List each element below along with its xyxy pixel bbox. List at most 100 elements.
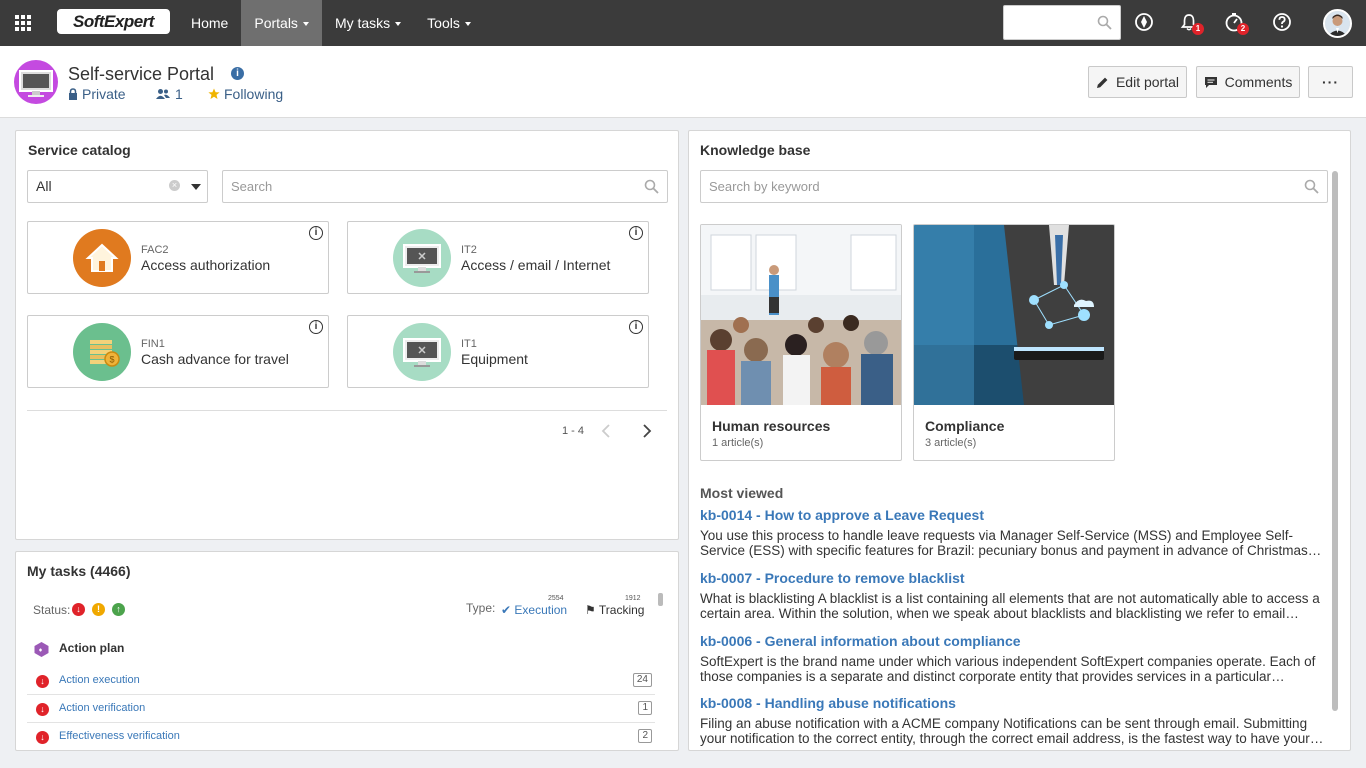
help-icon[interactable] <box>1272 12 1292 32</box>
kb-article: kb-0006 - General information about comp… <box>700 633 1324 684</box>
chevron-left-icon[interactable] <box>601 424 611 438</box>
my-tasks-panel: My tasks (4466) Status: ↓ ! ↑ Type: ✔ Ex… <box>15 551 679 751</box>
service-name: Equipment <box>461 351 528 367</box>
type-execution[interactable]: ✔ Execution <box>501 603 567 617</box>
info-icon[interactable]: i <box>231 67 244 80</box>
kb-category-count: 3 article(s) <box>925 437 977 449</box>
kb-article-link[interactable]: kb-0007 - Procedure to remove blacklist <box>700 570 1324 586</box>
status-overdue-icon[interactable]: ↓ <box>72 603 85 616</box>
kb-article: kb-0014 - How to approve a Leave Request… <box>700 507 1324 558</box>
user-avatar[interactable] <box>1323 9 1352 38</box>
knowledge-base-panel: Knowledge base Search by keyword Human r… <box>688 130 1351 751</box>
service-catalog-panel: Service catalog All × Search FAC2 Access… <box>15 130 679 540</box>
portal-header: Self-service Portal i Private 1 Followin… <box>0 46 1366 118</box>
caret-down-icon <box>302 22 309 27</box>
caret-down-icon <box>395 22 402 27</box>
task-label[interactable]: Action verification <box>59 702 145 714</box>
portal-title: Self-service Portal <box>68 64 215 84</box>
search-icon[interactable] <box>644 179 659 194</box>
tasks-scrollbar[interactable] <box>658 593 663 606</box>
kb-article: kb-0007 - Procedure to remove blacklist … <box>700 570 1324 621</box>
info-icon[interactable]: i <box>629 320 643 334</box>
tracking-count: 1912 <box>625 595 641 602</box>
status-label: Status: <box>33 603 71 617</box>
info-icon[interactable]: i <box>309 320 323 334</box>
overdue-icon: ↓ <box>36 703 49 716</box>
kb-article-excerpt: You use this process to handle leave req… <box>700 528 1308 558</box>
service-card-fin1[interactable]: $ FIN1 Cash advance for travel i <box>27 315 329 388</box>
kb-article-link[interactable]: kb-0014 - How to approve a Leave Request <box>700 507 1324 523</box>
nav-portals[interactable]: Portals <box>241 0 322 46</box>
nav-home-label: Home <box>191 15 229 31</box>
monitor-icon <box>393 229 451 287</box>
kb-article-excerpt: What is blacklisting A blacklist is a li… <box>700 591 1320 621</box>
global-search-input[interactable] <box>1003 5 1121 40</box>
task-row[interactable]: ↓ Action execution 24 <box>27 668 655 695</box>
type-tracking[interactable]: ⚑ Tracking <box>585 603 644 617</box>
search-icon[interactable] <box>1097 15 1112 30</box>
overdue-icon: ↓ <box>36 731 49 744</box>
members-number: 1 <box>175 86 183 102</box>
task-row[interactable]: ↓ Effectiveness verification 2 <box>27 724 655 750</box>
task-row[interactable]: ↓ Action verification 1 <box>27 696 655 723</box>
service-card-fac2[interactable]: FAC2 Access authorization i <box>27 221 329 294</box>
service-card-it1[interactable]: IT1 Equipment i <box>347 315 649 388</box>
kb-article-link[interactable]: kb-0006 - General information about comp… <box>700 633 1324 649</box>
search-icon[interactable] <box>1304 179 1319 194</box>
nav-tools[interactable]: Tools <box>414 0 484 46</box>
task-count: 1 <box>638 701 652 715</box>
flag-icon: ⚑ <box>585 603 596 617</box>
kb-article-link[interactable]: kb-0008 - Handling abuse notifications <box>700 695 1324 711</box>
comment-icon <box>1204 76 1217 88</box>
task-count: 24 <box>632 673 652 687</box>
kb-scrollbar[interactable] <box>1332 171 1338 711</box>
kb-category-name: Human resources <box>712 418 831 434</box>
dropdown-caret-icon[interactable] <box>191 184 201 190</box>
service-code: FIN1 <box>141 338 165 350</box>
check-icon: ✔ <box>501 603 512 617</box>
house-icon <box>73 229 131 287</box>
more-options-button[interactable]: ··· <box>1308 66 1353 98</box>
task-label[interactable]: Action execution <box>59 674 140 686</box>
most-viewed-title: Most viewed <box>700 485 784 501</box>
status-ontime-icon[interactable]: ↑ <box>112 603 125 616</box>
timer-icon[interactable]: 2 <box>1224 12 1249 35</box>
kb-article-excerpt: SoftExpert is the brand name under which… <box>700 654 1316 684</box>
nav-home[interactable]: Home <box>178 0 241 46</box>
catalog-search-input[interactable]: Search <box>222 170 668 203</box>
edit-portal-button[interactable]: Edit portal <box>1088 66 1187 98</box>
following-toggle[interactable]: Following <box>208 86 283 102</box>
chevron-right-icon[interactable] <box>642 424 652 438</box>
status-warning-icon[interactable]: ! <box>92 603 105 616</box>
monitor-icon <box>393 323 451 381</box>
pagination-range: 1 - 4 <box>562 425 585 437</box>
clear-icon[interactable]: × <box>169 180 180 191</box>
service-card-it2[interactable]: IT2 Access / email / Internet i <box>347 221 649 294</box>
users-icon <box>156 89 170 99</box>
catalog-search-placeholder: Search <box>231 179 273 194</box>
members-count[interactable]: 1 <box>155 86 183 102</box>
compass-icon[interactable] <box>1134 12 1154 32</box>
kb-search-input[interactable]: Search by keyword <box>700 170 1328 203</box>
apps-grid-icon[interactable] <box>15 15 31 31</box>
notifications-badge: 1 <box>1192 23 1204 35</box>
tracking-label: Tracking <box>598 603 645 617</box>
top-navigation-bar: SoftExpert Home Portals My tasks Tools 1… <box>0 0 1366 46</box>
task-label[interactable]: Effectiveness verification <box>59 730 180 742</box>
softexpert-logo[interactable]: SoftExpert <box>57 9 170 34</box>
info-icon[interactable]: i <box>309 226 323 240</box>
service-catalog-title: Service catalog <box>28 142 131 158</box>
notifications-bell-icon[interactable]: 1 <box>1179 12 1204 35</box>
catalog-filter-select[interactable]: All × <box>27 170 208 203</box>
kb-category-compliance[interactable]: Compliance 3 article(s) <box>913 224 1115 461</box>
overdue-icon: ↓ <box>36 675 49 688</box>
kb-category-human-resources[interactable]: Human resources 1 article(s) <box>700 224 902 461</box>
coins-icon: $ <box>73 323 131 381</box>
kb-category-count: 1 article(s) <box>712 437 764 449</box>
info-icon[interactable]: i <box>629 226 643 240</box>
service-code: IT1 <box>461 338 477 350</box>
following-label: Following <box>224 86 284 102</box>
service-name: Cash advance for travel <box>141 351 289 367</box>
comments-button[interactable]: Comments <box>1196 66 1300 98</box>
nav-my-tasks[interactable]: My tasks <box>322 0 414 46</box>
